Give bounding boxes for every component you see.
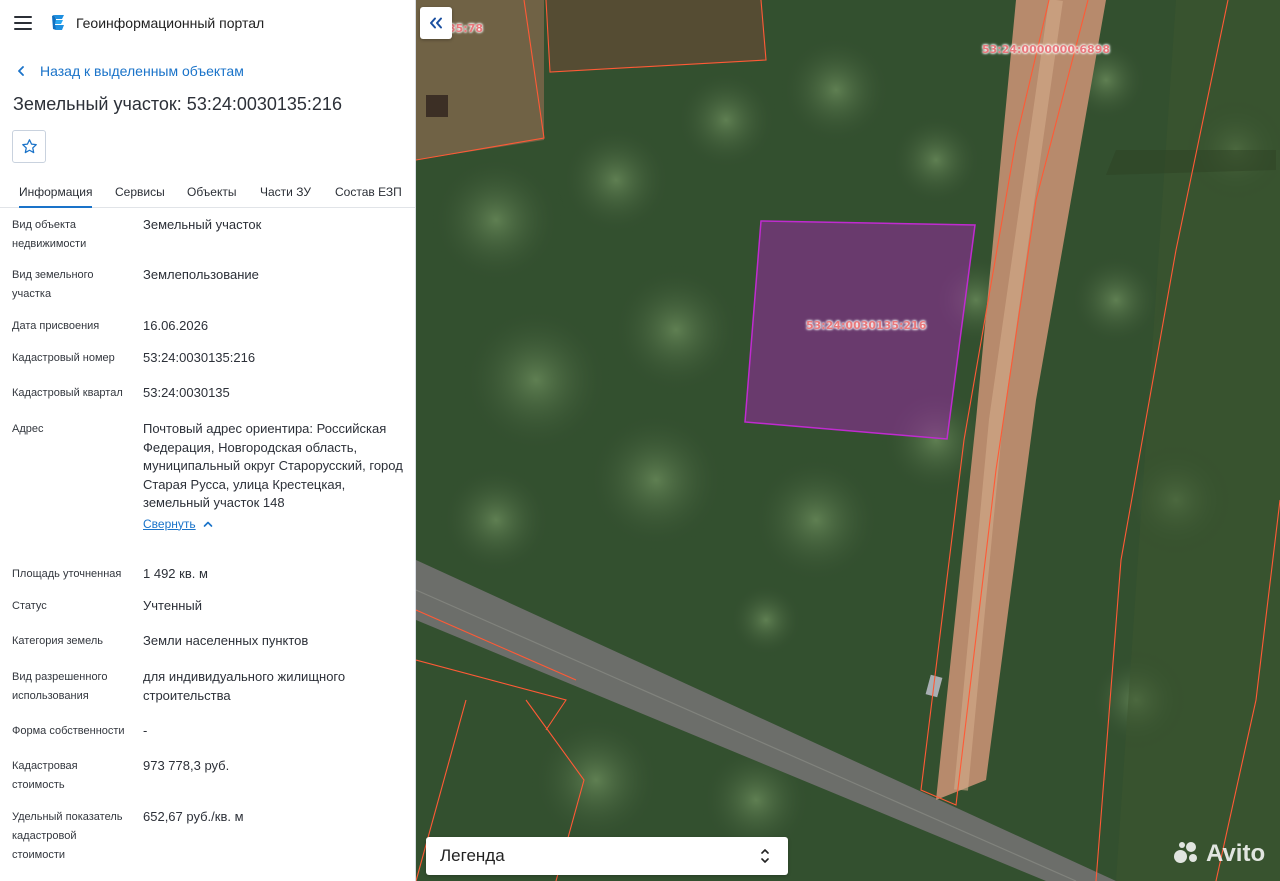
info-value: Земли населенных пунктов [143, 633, 309, 648]
tab-services[interactable]: Сервисы [115, 185, 165, 199]
info-value: для индивидуального жилищного строительс… [143, 669, 346, 703]
parcel-label: 53:24:0000000:6898 [982, 43, 1111, 56]
info-label: Площадь уточненная [12, 568, 122, 580]
star-icon [21, 139, 37, 154]
info-label: Форма собственности [12, 725, 125, 737]
info-label: Вид земельного участка [12, 269, 94, 300]
info-label: Кадастровый номер [12, 352, 115, 364]
info-value: Землепользование [143, 267, 259, 282]
satellite-imagery [416, 0, 1280, 881]
tab-bar: Информация Сервисы Объекты Части ЗУ Сост… [0, 176, 415, 208]
selected-parcel-label: 53:24:0030135:216 [806, 319, 927, 332]
info-label: Дата присвоения [12, 320, 100, 332]
favorite-button[interactable] [12, 130, 46, 163]
info-value: 1 492 кв. м [143, 566, 208, 581]
parcel-label: 35:78 [448, 22, 484, 35]
tab-objects[interactable]: Объекты [187, 185, 237, 199]
tab-information[interactable]: Информация [19, 185, 93, 208]
tab-composition[interactable]: Состав ЕЗП [335, 185, 402, 199]
legend-selector[interactable]: Легенда [426, 837, 788, 875]
collapse-panel-button[interactable] [420, 7, 452, 39]
info-value: 53:24:0030135:216 [143, 350, 256, 365]
portal-logo-icon [52, 15, 64, 30]
chevron-up-down-icon [761, 849, 769, 863]
avito-watermark: Avito [1174, 840, 1265, 868]
chevron-up-icon [203, 521, 212, 527]
back-link[interactable]: Назад к выделенным объектам [0, 60, 415, 82]
back-link-label: Назад к выделенным объектам [40, 63, 244, 79]
map-view[interactable]: 35:78 53:24:0000000:6898 53:24:0030135:2… [416, 0, 1280, 881]
page-title: Земельный участок: 53:24:0030135:216 [13, 94, 342, 114]
info-value: Учтенный [143, 598, 203, 613]
tab-parts[interactable]: Части ЗУ [260, 185, 311, 199]
menu-icon[interactable] [14, 16, 32, 30]
info-label: Вид разрешенного использования [12, 671, 108, 702]
collapse-link-label: Свернуть [143, 516, 196, 531]
info-value: - [143, 723, 148, 738]
chevron-left-icon [18, 66, 24, 76]
app-title: Геоинформационный портал [76, 15, 265, 31]
top-bar: Геоинформационный портал [0, 0, 415, 46]
avito-wordmark: Avito [1206, 840, 1266, 867]
legend-label: Легенда [440, 846, 505, 865]
info-label: Категория земель [12, 635, 103, 647]
info-value: 973 778,3 руб. [143, 758, 230, 773]
info-value: Почтовый адрес ориентира: Российская Фед… [143, 420, 405, 533]
info-label: Вид объекта недвижимости [12, 219, 87, 250]
info-value: 16.06.2026 [143, 318, 209, 333]
info-value: 53:24:0030135 [143, 385, 230, 400]
double-chevron-left-icon [430, 17, 442, 29]
collapse-link[interactable]: Свернуть [143, 515, 213, 534]
info-panel: Геоинформационный портал Назад к выделен… [0, 0, 416, 881]
info-label: Кадастровая стоимость [12, 760, 78, 791]
info-value: 652,67 руб./кв. м [143, 809, 244, 824]
address-text: Почтовый адрес ориентира: Российская Фед… [143, 421, 403, 510]
info-label: Кадастровый квартал [12, 387, 123, 399]
avito-logo-icon [1174, 840, 1202, 868]
info-label: Адрес [12, 423, 44, 435]
info-label: Удельный показатель кадастровой стоимост… [12, 811, 123, 861]
info-value: Земельный участок [143, 217, 262, 232]
info-label: Статус [12, 600, 47, 612]
